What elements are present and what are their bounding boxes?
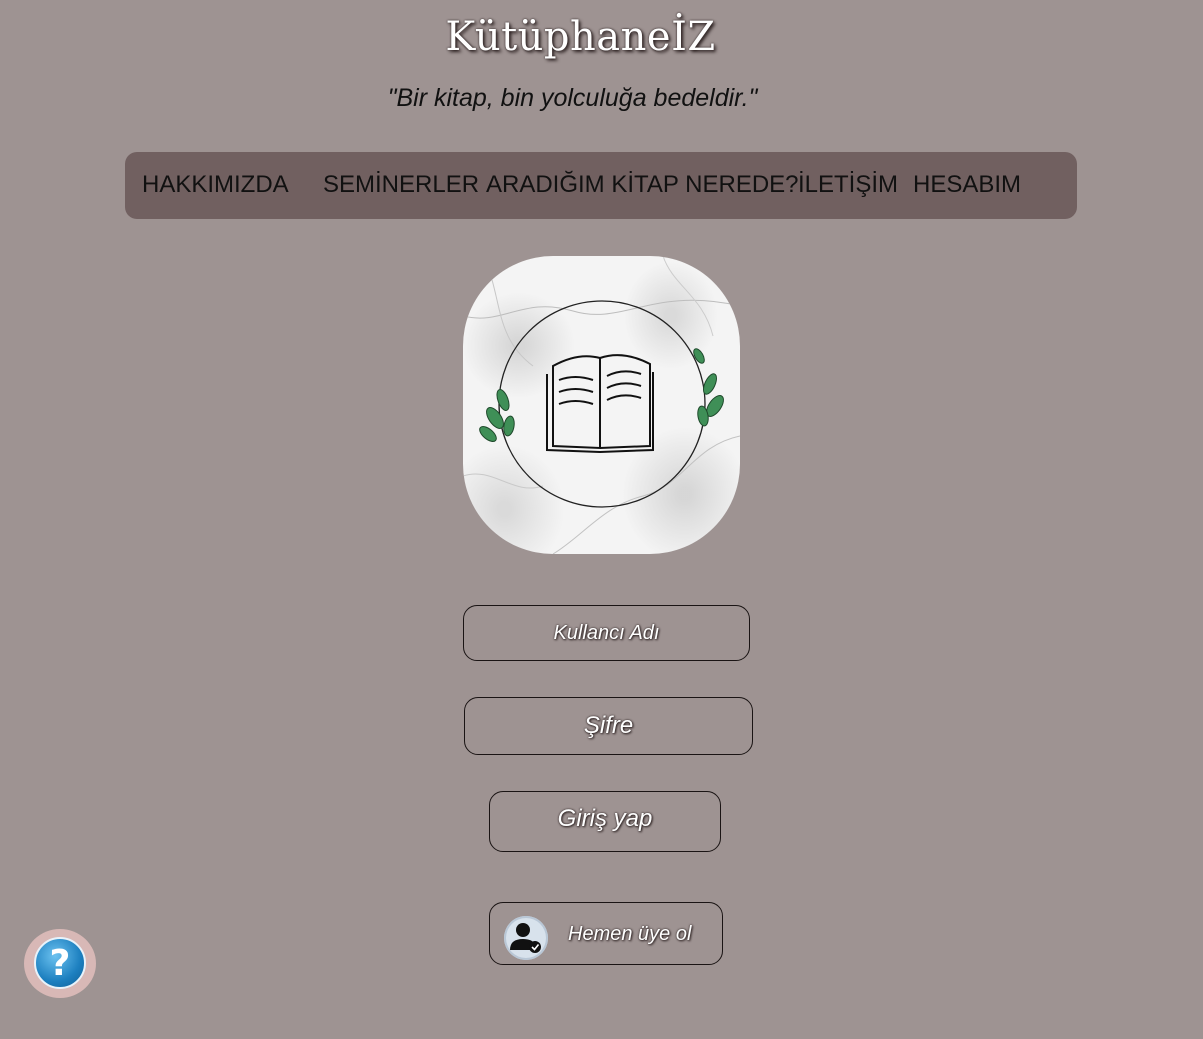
nav-item-seminars[interactable]: SEMİNERLER	[323, 171, 479, 199]
open-book-icon	[463, 256, 740, 554]
nav-item-find-book[interactable]: ARADIĞIM KİTAP NEREDE?	[486, 171, 799, 199]
password-input[interactable]: Şifre	[464, 697, 753, 755]
nav-item-account[interactable]: HESABIM	[913, 171, 1021, 199]
help-button[interactable]: ?	[24, 929, 96, 998]
tagline: "Bir kitap, bin yolculuğa bedeldir."	[387, 84, 758, 112]
question-mark-icon: ?	[34, 937, 86, 989]
main-nav: HAKKIMIZDA SEMİNERLER ARADIĞIM KİTAP NER…	[125, 152, 1077, 219]
username-input[interactable]: Kullancı Adı	[463, 605, 750, 661]
login-button[interactable]: Giriş yap	[489, 791, 721, 852]
library-logo	[463, 256, 740, 554]
nav-item-about[interactable]: HAKKIMIZDA	[142, 171, 289, 199]
site-title: KütüphaneİZ	[445, 14, 716, 60]
register-button[interactable]: Hemen üye ol	[489, 902, 723, 965]
nav-item-contact[interactable]: İLETİŞİM	[798, 171, 898, 199]
register-label: Hemen üye ol	[568, 923, 692, 945]
user-check-icon	[504, 916, 548, 960]
